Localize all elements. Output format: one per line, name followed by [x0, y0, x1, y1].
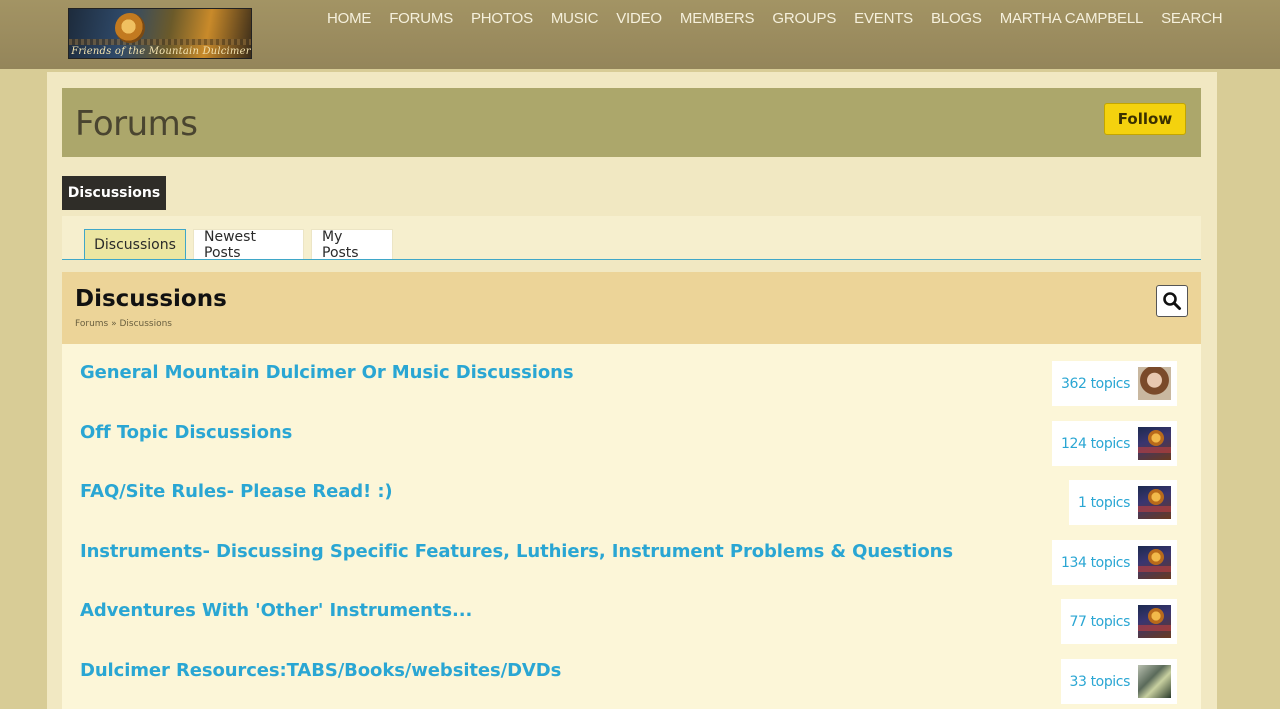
site-logo[interactable]: Friends of the Mountain Dulcimer: [68, 8, 252, 59]
list-item: Dulcimer Resources:TABS/Books/websites/D…: [62, 642, 1201, 704]
nav-music[interactable]: MUSIC: [542, 9, 607, 29]
nav-members[interactable]: MEMBERS: [671, 9, 763, 29]
nav-groups[interactable]: GROUPS: [763, 9, 845, 29]
discussions-title: Discussions: [75, 286, 227, 312]
page-title: Forums: [75, 104, 198, 144]
category-link[interactable]: Off Topic Discussions: [80, 422, 292, 443]
category-meta: 124 topics: [1052, 421, 1177, 466]
main-container: Forums Follow Discussions Discussions Ne…: [47, 72, 1217, 709]
list-item: General Mountain Dulcimer Or Music Discu…: [62, 344, 1201, 406]
nav-blogs[interactable]: BLOGS: [922, 9, 991, 29]
search-icon: [1163, 292, 1181, 310]
list-item: FAQ/Site Rules- Please Read! :) 1 topics: [62, 463, 1201, 525]
category-link[interactable]: Instruments- Discussing Specific Feature…: [80, 541, 953, 562]
category-meta: 77 topics: [1060, 599, 1177, 644]
logo-strings-graphic: [69, 39, 251, 45]
category-link[interactable]: Adventures With 'Other' Instruments...: [80, 600, 472, 621]
nav-events[interactable]: EVENTS: [845, 9, 922, 29]
category-meta: 362 topics: [1052, 361, 1177, 406]
dulcimer-scroll-icon: [115, 13, 145, 43]
discussions-header: Discussions Forums » Discussions: [62, 272, 1201, 344]
topic-count[interactable]: 33 topics: [1070, 674, 1131, 690]
breadcrumb[interactable]: Forums » Discussions: [75, 319, 172, 329]
category-link[interactable]: Dulcimer Resources:TABS/Books/websites/D…: [80, 660, 561, 681]
category-meta: 134 topics: [1052, 540, 1177, 585]
nav-search[interactable]: SEARCH: [1152, 9, 1231, 29]
list-item: Instruments- Discussing Specific Feature…: [62, 523, 1201, 585]
nav-user-profile[interactable]: MARTHA CAMPBELL: [991, 9, 1152, 29]
topic-count[interactable]: 124 topics: [1061, 436, 1130, 452]
topic-count[interactable]: 77 topics: [1070, 614, 1131, 630]
discussion-list: General Mountain Dulcimer Or Music Discu…: [62, 344, 1201, 709]
search-button[interactable]: [1156, 285, 1188, 317]
top-bar: Friends of the Mountain Dulcimer HOME FO…: [0, 0, 1280, 69]
logo-text: Friends of the Mountain Dulcimer: [71, 46, 251, 57]
category-meta: 33 topics: [1060, 659, 1177, 704]
topic-count[interactable]: 134 topics: [1061, 555, 1130, 571]
avatar[interactable]: [1138, 665, 1171, 698]
tab-my-posts[interactable]: My Posts: [311, 229, 393, 261]
section-tab-discussions[interactable]: Discussions: [62, 176, 166, 210]
avatar[interactable]: [1138, 486, 1171, 519]
subtabs: Discussions Newest Posts My Posts: [62, 216, 1201, 261]
tab-discussions[interactable]: Discussions: [84, 229, 186, 259]
avatar[interactable]: [1138, 605, 1171, 638]
category-link[interactable]: General Mountain Dulcimer Or Music Discu…: [80, 362, 574, 383]
tab-newest-posts[interactable]: Newest Posts: [193, 229, 304, 261]
category-meta: 1 topics: [1069, 480, 1177, 525]
topic-count[interactable]: 362 topics: [1061, 376, 1130, 392]
topic-count[interactable]: 1 topics: [1078, 495, 1130, 511]
list-item: Adventures With 'Other' Instruments... 7…: [62, 582, 1201, 644]
follow-button[interactable]: Follow: [1104, 103, 1186, 135]
avatar[interactable]: [1138, 367, 1171, 400]
nav-forums[interactable]: FORUMS: [380, 9, 462, 29]
list-item: Off Topic Discussions 124 topics: [62, 404, 1201, 466]
category-link[interactable]: FAQ/Site Rules- Please Read! :): [80, 481, 393, 502]
nav-photos[interactable]: PHOTOS: [462, 9, 542, 29]
nav-video[interactable]: VIDEO: [607, 9, 671, 29]
nav-home[interactable]: HOME: [318, 9, 380, 29]
avatar[interactable]: [1138, 546, 1171, 579]
main-nav: HOME FORUMS PHOTOS MUSIC VIDEO MEMBERS G…: [318, 9, 1231, 29]
page-title-band: Forums Follow: [62, 88, 1201, 157]
avatar[interactable]: [1138, 427, 1171, 460]
